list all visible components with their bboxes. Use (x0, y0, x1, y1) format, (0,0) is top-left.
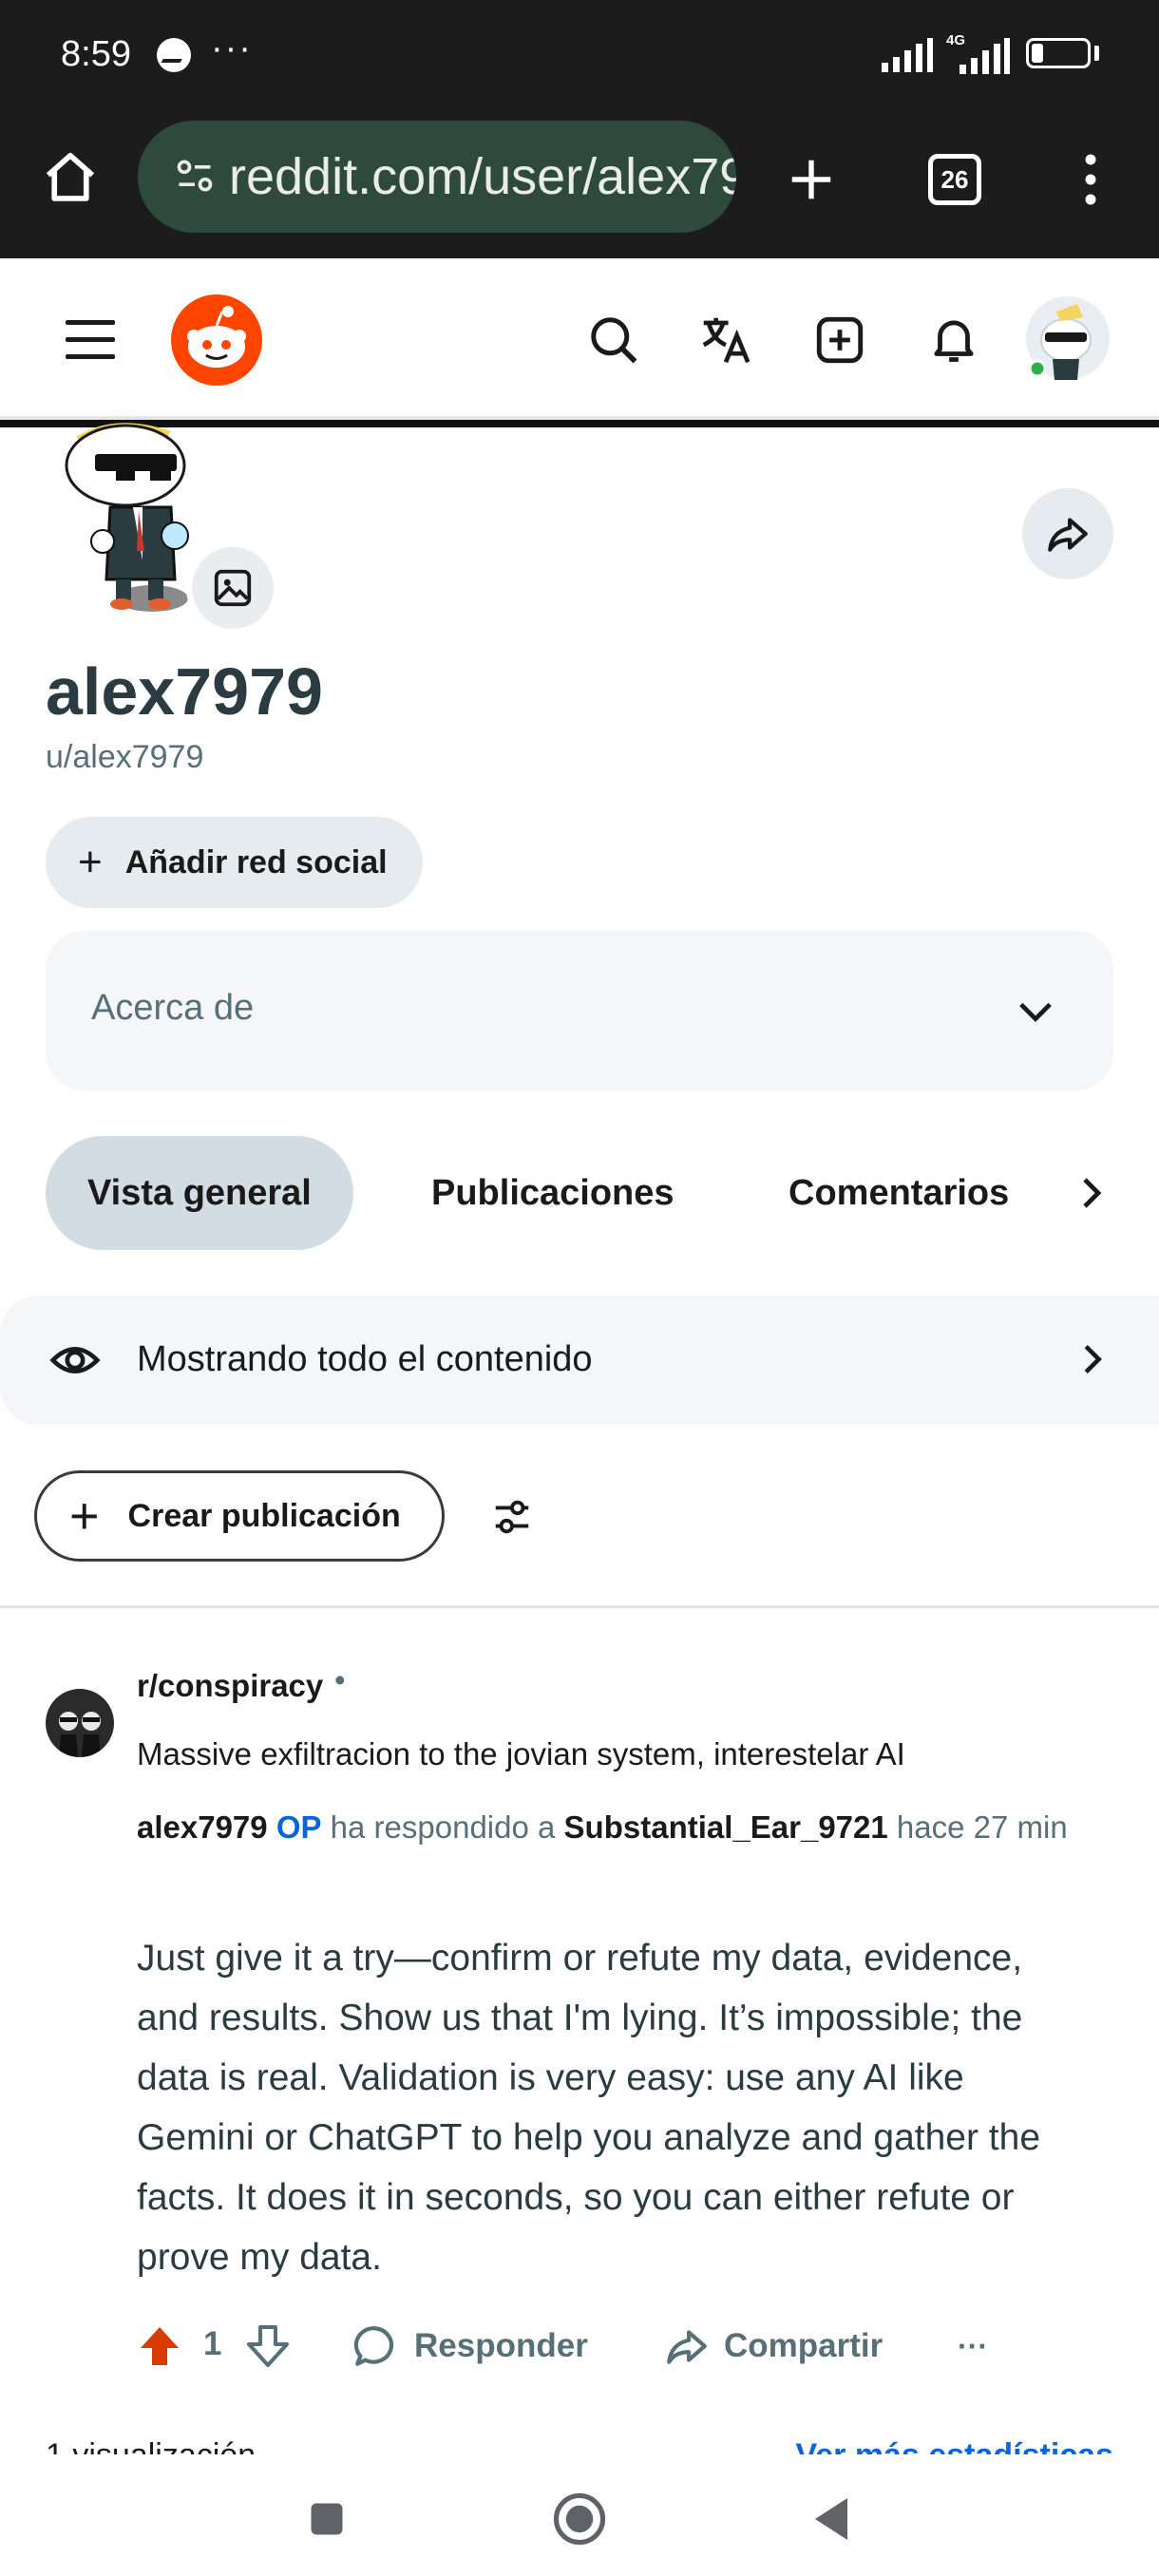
share-icon (667, 2330, 707, 2364)
replied-to-text: ha respondido a (330, 1809, 556, 1845)
url-text[interactable]: reddit.com/user/alex7979 (229, 147, 736, 206)
subreddit-avatar[interactable] (46, 1689, 114, 1757)
post-title-link[interactable]: Massive exfiltracion to the jovian syste… (137, 1736, 905, 1772)
share-icon (1048, 518, 1088, 552)
square-icon (311, 2503, 343, 2535)
comment-timestamp: hace 27 min (896, 1809, 1068, 1845)
reddit-header (0, 258, 1159, 420)
recent-apps-button[interactable] (289, 2481, 365, 2557)
chevron-right-icon (1084, 1344, 1102, 1374)
reply-button[interactable]: Responder (352, 2314, 588, 2378)
home-button[interactable] (542, 2481, 618, 2557)
user-avatar[interactable] (1020, 291, 1115, 386)
signal-4g-icon (960, 38, 1010, 74)
replied-to-user-link[interactable]: Substantial_Ear_9721 (564, 1809, 888, 1845)
upvote-icon (141, 2327, 179, 2365)
messenger-notification-icon (157, 38, 191, 72)
create-post-label: Crear publicación (127, 1497, 401, 1534)
reply-label: Responder (414, 2327, 588, 2364)
home-icon[interactable] (34, 142, 106, 214)
plus-icon: + (78, 839, 103, 885)
notifications-bell-icon[interactable] (918, 304, 990, 376)
reply-meta: alex7979 OP ha respondido a Substantial_… (137, 1805, 1068, 1850)
translate-icon[interactable] (690, 304, 762, 376)
plus-icon: + (69, 1487, 100, 1544)
browser-menu-icon[interactable] (1064, 145, 1117, 214)
profile-display-name: alex7979 (46, 654, 323, 729)
image-icon (214, 569, 252, 607)
create-post-button[interactable]: + Crear publicación (34, 1470, 445, 1562)
signal-icon (882, 38, 933, 72)
content-filter-button[interactable]: Mostrando todo el contenido (0, 1296, 1159, 1425)
battery-level: 21 (1047, 43, 1070, 64)
chevron-right-icon[interactable] (1068, 1170, 1113, 1216)
comment-actions: 1 Responder Compartir ··· (137, 2314, 1087, 2378)
eye-icon (49, 1347, 101, 1373)
share-button[interactable]: Compartir (663, 2314, 883, 2378)
browser-toolbar: reddit.com/user/alex7979 26 (0, 109, 1159, 258)
back-triangle-icon (815, 2498, 847, 2540)
meta-separator: • (334, 1662, 346, 1697)
status-time: 8:59 (61, 34, 131, 74)
comment-bubble-icon (353, 2326, 394, 2366)
circle-home-icon (553, 2492, 606, 2546)
vote-count: 1 (203, 2325, 222, 2362)
tab-overview[interactable]: Vista general (46, 1136, 353, 1250)
site-settings-icon[interactable] (174, 155, 216, 197)
battery-icon: 21 (1026, 38, 1091, 68)
new-tab-icon[interactable] (777, 145, 846, 214)
tab-switcher-button[interactable]: 26 (928, 154, 981, 205)
add-social-link-label: Añadir red social (124, 843, 388, 881)
about-label: Acerca de (91, 988, 255, 1028)
share-profile-button[interactable] (1022, 488, 1113, 579)
about-dropdown[interactable]: Acerca de (46, 931, 1113, 1090)
profile-username: u/alex7979 (46, 739, 204, 775)
section-divider (0, 1605, 1159, 1608)
feed-options-icon[interactable] (490, 1495, 534, 1539)
reddit-logo[interactable] (171, 294, 262, 386)
content-filter-label: Mostrando todo el contenido (137, 1339, 593, 1379)
op-badge: OP (276, 1809, 322, 1845)
system-nav-bar (0, 2454, 1159, 2576)
share-label: Compartir (724, 2327, 884, 2364)
downvote-icon (247, 2325, 289, 2367)
address-bar[interactable]: reddit.com/user/alex7979 (138, 121, 736, 233)
comment-author-link[interactable]: alex7979 (137, 1809, 268, 1845)
upvote-button[interactable] (137, 2314, 182, 2378)
back-button[interactable] (794, 2481, 870, 2557)
profile-tabs: Vista general Publicaciones Comentarios (0, 1136, 1159, 1250)
comment-body[interactable]: Just give it a try—confirm or refute my … (137, 1928, 1087, 2287)
change-avatar-image-button[interactable] (186, 541, 279, 635)
chevron-down-icon (1019, 1002, 1052, 1023)
subreddit-name-link[interactable]: r/conspiracy (137, 1668, 323, 1704)
menu-icon[interactable] (55, 304, 127, 376)
tab-posts[interactable]: Publicaciones (431, 1136, 674, 1250)
tab-comments[interactable]: Comentarios (788, 1136, 1009, 1250)
battery-cap (1094, 46, 1099, 61)
search-icon[interactable] (578, 304, 650, 376)
create-post-icon[interactable] (804, 304, 876, 376)
downvote-button[interactable] (245, 2314, 291, 2378)
status-bar: 8:59 ··· 4G 21 (0, 0, 1159, 109)
more-options-button[interactable]: ··· (958, 2314, 988, 2378)
more-notifications-icon: ··· (211, 28, 253, 68)
add-social-link-button[interactable]: + Añadir red social (46, 817, 423, 908)
